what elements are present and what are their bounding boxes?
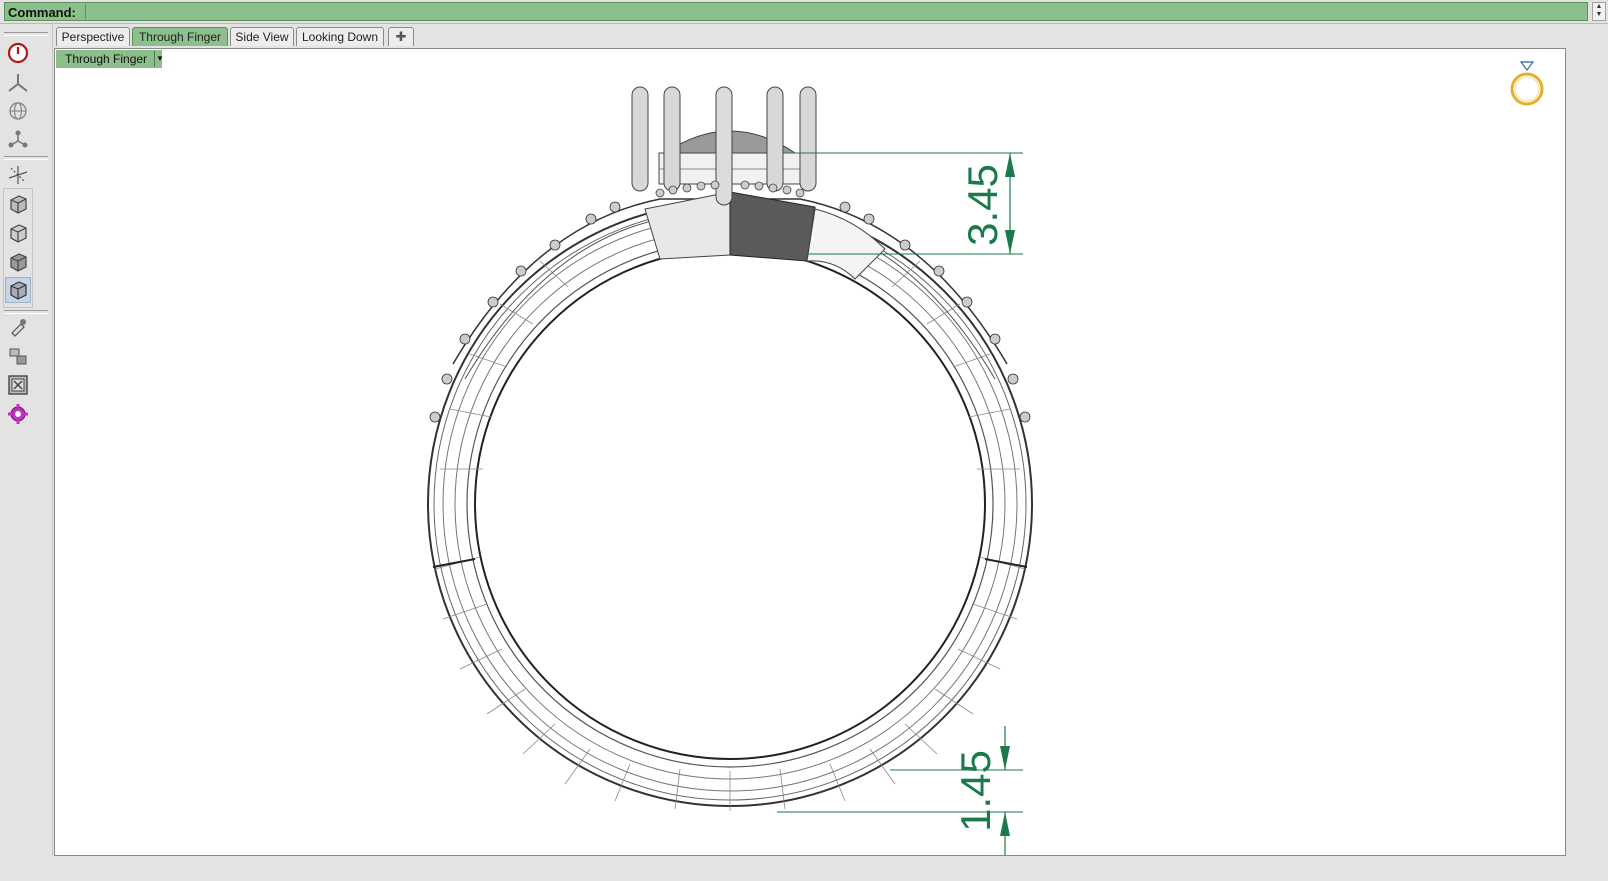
- axis-move-icon: [8, 166, 28, 184]
- dropper-icon: [11, 319, 26, 337]
- power-button[interactable]: [5, 40, 31, 66]
- command-history-scroll[interactable]: ▲ ▼: [1592, 2, 1606, 21]
- ring-inner-edge: [474, 248, 986, 760]
- box-wire-icon: [10, 224, 27, 243]
- box-rendered-button[interactable]: [5, 277, 31, 303]
- prong: [631, 86, 649, 192]
- connect-nodes-button[interactable]: [5, 126, 31, 152]
- gear-settings-button[interactable]: [5, 401, 31, 427]
- gear-settings-icon: [8, 404, 28, 424]
- ring-model: 3.45 1.45: [427, 86, 1033, 855]
- tab-perspective[interactable]: Perspective: [56, 27, 130, 46]
- box-view-icon: [10, 195, 27, 214]
- gumball-axis-button[interactable]: [5, 70, 31, 96]
- dropper-button[interactable]: [5, 314, 31, 340]
- axis-move-button[interactable]: [5, 162, 31, 188]
- through-finger-viewport[interactable]: Through Finger ▼ 3.45 1.45: [54, 48, 1566, 856]
- box-view-button[interactable]: [5, 191, 31, 217]
- box-rendered-icon: [10, 281, 27, 300]
- command-input[interactable]: [85, 4, 1594, 19]
- box-shaded-button[interactable]: [5, 249, 31, 275]
- add-tab-button[interactable]: ✚: [388, 27, 414, 46]
- prong: [799, 86, 817, 192]
- material-tools-icon: [9, 348, 27, 365]
- toolbar-grip[interactable]: [4, 156, 48, 160]
- prong: [663, 86, 681, 192]
- tab-side-view[interactable]: Side View: [230, 27, 294, 46]
- sphere-grid-button[interactable]: [5, 98, 31, 124]
- command-bar: Command: ▲ ▼: [0, 0, 1608, 24]
- power-icon: [7, 42, 29, 64]
- toolbar-grip[interactable]: [4, 32, 48, 36]
- sphere-grid-icon: [9, 102, 27, 120]
- command-line: Command:: [4, 2, 1594, 21]
- command-label: Command:: [8, 5, 76, 20]
- diamond-ring-icon[interactable]: [1507, 58, 1547, 108]
- dimension-bottom-label: 1.45: [952, 750, 999, 832]
- frame-close-button[interactable]: [5, 372, 31, 398]
- head-right-face: [729, 191, 816, 262]
- plus-icon: ✚: [395, 29, 407, 44]
- dimension-top-label: 3.45: [959, 164, 1006, 246]
- tab-looking-down[interactable]: Looking Down: [296, 27, 384, 46]
- status-strip: [0, 856, 1608, 881]
- box-wire-button[interactable]: [5, 220, 31, 246]
- prong: [766, 86, 784, 192]
- app-window: Command: ▲ ▼ Perspective Through Finger …: [0, 0, 1608, 881]
- frame-close-icon: [8, 375, 28, 395]
- left-toolbar: [0, 24, 53, 881]
- tab-through-finger[interactable]: Through Finger: [132, 27, 228, 46]
- material-tools-button[interactable]: [5, 343, 31, 369]
- connect-nodes-icon: [8, 130, 28, 148]
- gumball-axis-icon: [8, 74, 28, 92]
- box-shaded-icon: [10, 253, 27, 272]
